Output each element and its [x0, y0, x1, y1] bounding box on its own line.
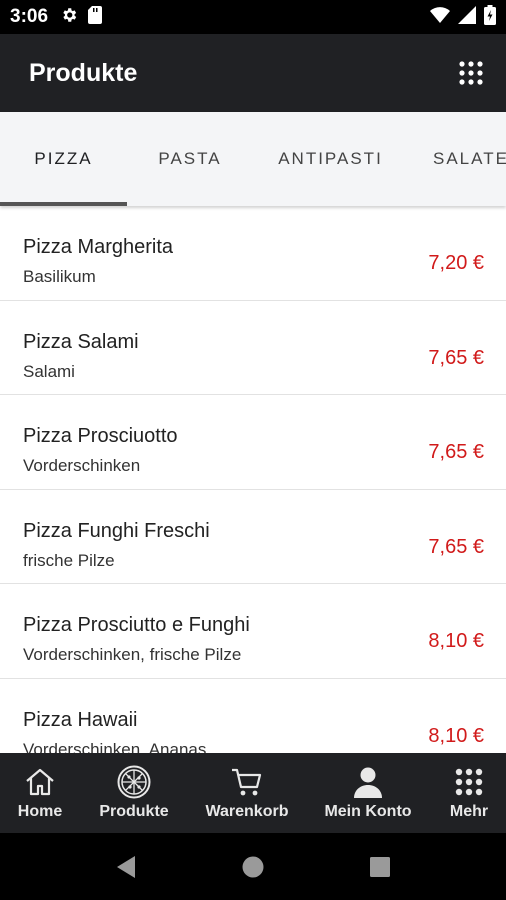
- product-price: 7,65 €: [428, 441, 484, 463]
- battery-icon: [484, 4, 496, 30]
- signal-icon: [458, 5, 476, 29]
- nav-home[interactable]: Home: [0, 753, 80, 833]
- grid-icon: [452, 765, 486, 799]
- tab-salate[interactable]: SALATE: [408, 112, 506, 206]
- product-description: Vorderschinken, frische Pilze: [23, 645, 242, 664]
- product-item[interactable]: Pizza Hawaii Vorderschinken, Ananas 8,10…: [0, 679, 506, 754]
- wifi-icon: [430, 6, 450, 28]
- system-recents-button[interactable]: [350, 833, 410, 900]
- bottom-navigation: Home Produkte Warenkorb Mein Konto Mehr: [0, 753, 506, 833]
- recents-square-icon: [370, 856, 390, 877]
- status-bar: 3:06: [0, 0, 506, 34]
- product-item[interactable]: Pizza Salami Salami 7,65 €: [0, 301, 506, 395]
- system-navigation-bar: [0, 833, 506, 900]
- product-name: Pizza Prosciuotto: [23, 425, 178, 447]
- back-triangle-icon: [117, 855, 135, 878]
- product-description: Vorderschinken, Ananas: [23, 739, 207, 754]
- sd-card-icon: [88, 5, 103, 29]
- home-circle-icon: [242, 856, 264, 877]
- product-description: frische Pilze: [23, 550, 115, 570]
- tab-pizza[interactable]: PIZZA: [0, 112, 127, 206]
- nav-mehr[interactable]: Mehr: [436, 753, 502, 833]
- grid-view-button[interactable]: [456, 58, 486, 88]
- product-price: 8,10 €: [428, 724, 484, 747]
- pizza-icon: [117, 765, 151, 799]
- product-item[interactable]: Pizza Prosciutto e Funghi Vorderschinken…: [0, 584, 506, 679]
- product-name: Pizza Hawaii: [23, 708, 138, 731]
- grid-icon: [459, 61, 483, 85]
- nav-label: Warenkorb: [205, 803, 289, 820]
- nav-produkte[interactable]: Produkte: [86, 753, 182, 833]
- active-tab-indicator: [0, 202, 127, 206]
- nav-label: Produkte: [99, 803, 169, 820]
- app-bar: Produkte: [0, 34, 506, 112]
- settings-gear-icon: [60, 6, 78, 29]
- product-item[interactable]: Pizza Prosciuotto Vorderschinken 7,65 €: [0, 395, 506, 490]
- system-home-button[interactable]: [223, 833, 283, 900]
- product-description: Salami: [23, 361, 75, 381]
- system-back-button[interactable]: [96, 833, 156, 900]
- cart-icon: [230, 765, 264, 799]
- category-tabs: PIZZA PASTA ANTIPASTI SALATE: [0, 112, 506, 206]
- nav-mein-konto[interactable]: Mein Konto: [318, 753, 418, 833]
- product-description: Basilikum: [23, 267, 96, 286]
- product-list: Pizza Margherita Basilikum 7,20 € Pizza …: [0, 206, 506, 753]
- product-item[interactable]: Pizza Margherita Basilikum 7,20 €: [0, 206, 506, 301]
- product-name: Pizza Salami: [23, 330, 139, 353]
- product-price: 7,65 €: [428, 535, 484, 558]
- product-name: Pizza Funghi Freschi: [23, 519, 210, 542]
- tab-antipasti[interactable]: ANTIPASTI: [253, 112, 408, 206]
- nav-label: Mein Konto: [324, 803, 412, 820]
- nav-warenkorb[interactable]: Warenkorb: [196, 753, 298, 833]
- product-name: Pizza Prosciutto e Funghi: [23, 614, 250, 636]
- home-icon: [23, 765, 57, 799]
- nav-label: Mehr: [449, 803, 489, 820]
- nav-label: Home: [17, 803, 63, 820]
- product-price: 7,65 €: [428, 346, 484, 369]
- product-item[interactable]: Pizza Funghi Freschi frische Pilze 7,65 …: [0, 490, 506, 584]
- product-price: 8,10 €: [428, 630, 484, 652]
- person-icon: [351, 765, 385, 799]
- product-name: Pizza Margherita: [23, 236, 174, 258]
- product-description: Vorderschinken: [23, 456, 141, 475]
- product-price: 7,20 €: [428, 252, 484, 274]
- tab-pasta[interactable]: PASTA: [127, 112, 253, 206]
- page-title: Produkte: [29, 58, 138, 87]
- status-time: 3:06: [10, 6, 49, 27]
